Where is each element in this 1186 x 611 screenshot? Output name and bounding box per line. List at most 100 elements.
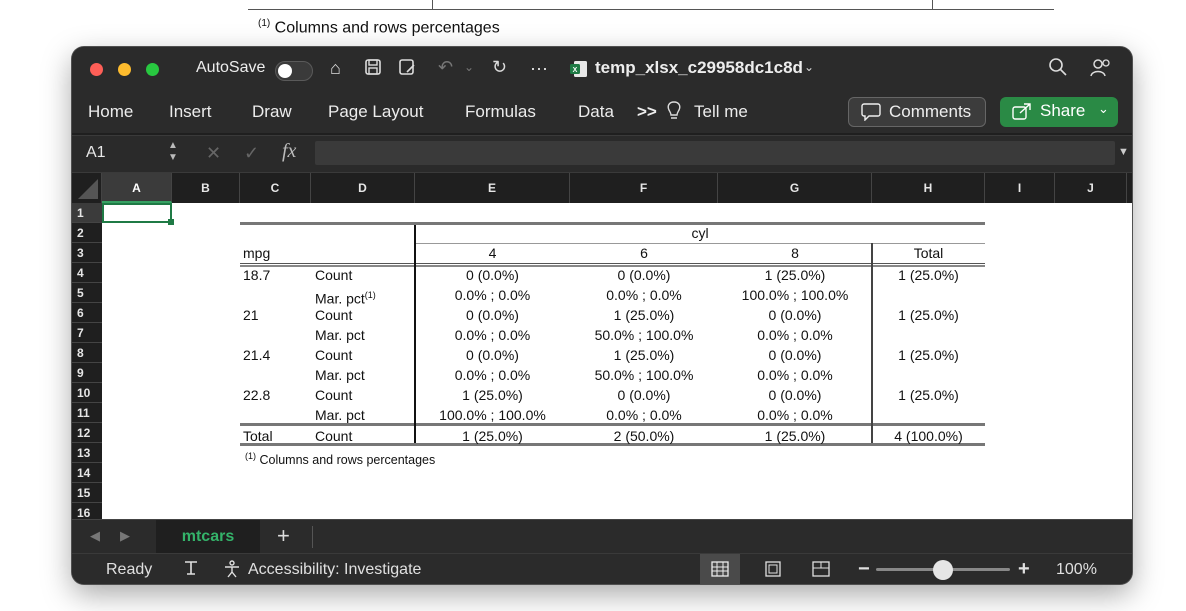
comments-label: Comments	[889, 102, 972, 121]
row-header-11[interactable]: 11	[72, 403, 102, 423]
column-header-h[interactable]: H	[872, 173, 985, 203]
close-window-button[interactable]	[90, 63, 103, 76]
column-header-e[interactable]: E	[415, 173, 570, 203]
table-value-cell: 0 (0.0%)	[466, 267, 519, 283]
row-header-6[interactable]: 6	[72, 303, 102, 323]
previous-sheet-icon[interactable]: ◀	[90, 528, 100, 544]
row-headers: 1 2 3 4 5 6 7 8 9 10 11 12 13 14 15 16	[72, 203, 102, 519]
undo-dropdown-icon[interactable]: ⌄	[464, 60, 474, 74]
row-header-1[interactable]: 1	[72, 203, 102, 223]
row-header-10[interactable]: 10	[72, 383, 102, 403]
excel-file-icon: X	[570, 60, 588, 83]
zoom-in-button[interactable]: +	[1018, 558, 1030, 581]
more-tabs-button[interactable]: >>	[637, 102, 657, 122]
tab-page-layout[interactable]: Page Layout	[328, 102, 423, 122]
selected-cell-a1[interactable]	[102, 203, 174, 225]
column-header-d[interactable]: D	[311, 173, 415, 203]
undo-icon[interactable]: ↶	[438, 57, 453, 78]
column-header-f[interactable]: F	[570, 173, 718, 203]
accessibility-status[interactable]: Accessibility: Investigate	[248, 561, 421, 579]
column-header-j[interactable]: J	[1055, 173, 1127, 203]
status-ready: Ready	[106, 561, 153, 578]
formula-input[interactable]	[315, 141, 1115, 165]
save-as-icon[interactable]	[398, 58, 416, 81]
table-mpg-cell: 18.7	[243, 267, 271, 283]
share-button[interactable]: Share ⌄	[1000, 97, 1118, 127]
redo-icon[interactable]: ↻	[492, 57, 507, 78]
row-header-14[interactable]: 14	[72, 463, 102, 483]
row-header-9[interactable]: 9	[72, 363, 102, 383]
column-header-g[interactable]: G	[718, 173, 872, 203]
expand-formula-icon[interactable]: ▼	[1118, 146, 1129, 158]
tell-me-search[interactable]: Tell me	[694, 102, 748, 122]
document-title[interactable]: temp_xlsx_c29958dc1c8d	[595, 58, 803, 78]
zoom-out-button[interactable]: −	[858, 558, 870, 581]
home-icon[interactable]: ⌂	[330, 58, 341, 79]
table-value-cell: 1 (25.0%)	[898, 267, 959, 283]
add-sheet-button[interactable]: +	[277, 523, 290, 549]
page-layout-view-icon[interactable]	[764, 561, 782, 582]
row-header-2[interactable]: 2	[72, 223, 102, 243]
table-mpg-cell: Total	[243, 428, 273, 444]
zoom-window-button[interactable]	[146, 63, 159, 76]
tab-home[interactable]: Home	[88, 102, 133, 122]
table-stat-cell: Count	[315, 347, 353, 363]
autosave-toggle[interactable]	[275, 61, 313, 81]
col-header-total: Total	[913, 245, 944, 261]
tab-data[interactable]: Data	[578, 102, 614, 122]
name-box-stepper-icon[interactable]: ▲ ▼	[168, 140, 178, 164]
share-people-icon[interactable]	[1090, 57, 1112, 84]
tab-formulas[interactable]: Formulas	[465, 102, 536, 122]
comment-icon	[861, 103, 881, 126]
tab-draw[interactable]: Draw	[252, 102, 292, 122]
function-icon[interactable]: fx	[282, 140, 296, 163]
confirm-icon[interactable]: ✓	[244, 143, 259, 164]
fill-handle[interactable]	[168, 219, 174, 225]
column-header-c[interactable]: C	[240, 173, 311, 203]
select-all-corner[interactable]	[72, 173, 102, 203]
table-value-cell: 1 (25.0%)	[764, 428, 826, 444]
row-header-3[interactable]: 3	[72, 243, 102, 263]
zoom-slider-thumb[interactable]	[933, 560, 953, 580]
table-value-cell: 1 (25.0%)	[462, 428, 523, 444]
search-icon[interactable]	[1048, 57, 1068, 82]
normal-view-button[interactable]	[700, 554, 740, 584]
sheet-tab-mtcars[interactable]: mtcars	[156, 520, 260, 554]
row-header-5[interactable]: 5	[72, 283, 102, 303]
row-header-4[interactable]: 4	[72, 263, 102, 283]
table-stat-cell: Count	[315, 307, 353, 323]
table-stat-cell: Mar. pct	[315, 407, 365, 423]
zoom-level[interactable]: 100%	[1056, 561, 1097, 579]
column-header-i[interactable]: I	[985, 173, 1055, 203]
save-icon[interactable]	[364, 58, 382, 81]
title-dropdown-icon[interactable]: ⌄	[804, 60, 814, 74]
cancel-icon[interactable]: ✕	[206, 143, 221, 164]
column-header-a[interactable]: A	[102, 173, 172, 203]
row-header-15[interactable]: 15	[72, 483, 102, 503]
next-sheet-icon[interactable]: ▶	[120, 528, 130, 544]
row-header-7[interactable]: 7	[72, 323, 102, 343]
table-value-cell: 4 (100.0%)	[894, 428, 963, 444]
zoom-slider[interactable]	[876, 560, 1010, 580]
spreadsheet-grid: A B C D E F G H I J 1 2 3 4 5 6 7 8 9 10 11 12 13 14 1…	[72, 173, 1132, 519]
row-header-12[interactable]: 12	[72, 423, 102, 443]
minimize-window-button[interactable]	[118, 63, 131, 76]
row-header-13[interactable]: 13	[72, 443, 102, 463]
page-break-view-icon[interactable]	[812, 561, 830, 582]
background-footnote: (1) Columns and rows percentages	[258, 18, 500, 37]
row-header-8[interactable]: 8	[72, 343, 102, 363]
accessibility-icon[interactable]	[222, 559, 242, 584]
cell-area[interactable]: cyl mpg 4 6 8 Total 18.7 Count 0 (0.0%) 0 (…	[102, 203, 1132, 519]
background-document: (1) Columns and rows percentages	[0, 0, 1186, 46]
macro-record-icon[interactable]	[182, 559, 200, 582]
name-box[interactable]: A1	[86, 144, 106, 162]
column-header-b[interactable]: B	[172, 173, 240, 203]
row-header-16[interactable]: 16	[72, 503, 102, 519]
svg-text:X: X	[573, 67, 578, 74]
tabs-divider	[312, 526, 313, 548]
comments-button[interactable]: Comments	[848, 97, 986, 127]
status-bar: Ready Accessibility: Investigate − + 100…	[72, 553, 1132, 584]
table-stat-cell: Count	[315, 428, 353, 444]
tab-insert[interactable]: Insert	[169, 102, 212, 122]
more-commands-icon[interactable]: ···	[530, 58, 548, 79]
